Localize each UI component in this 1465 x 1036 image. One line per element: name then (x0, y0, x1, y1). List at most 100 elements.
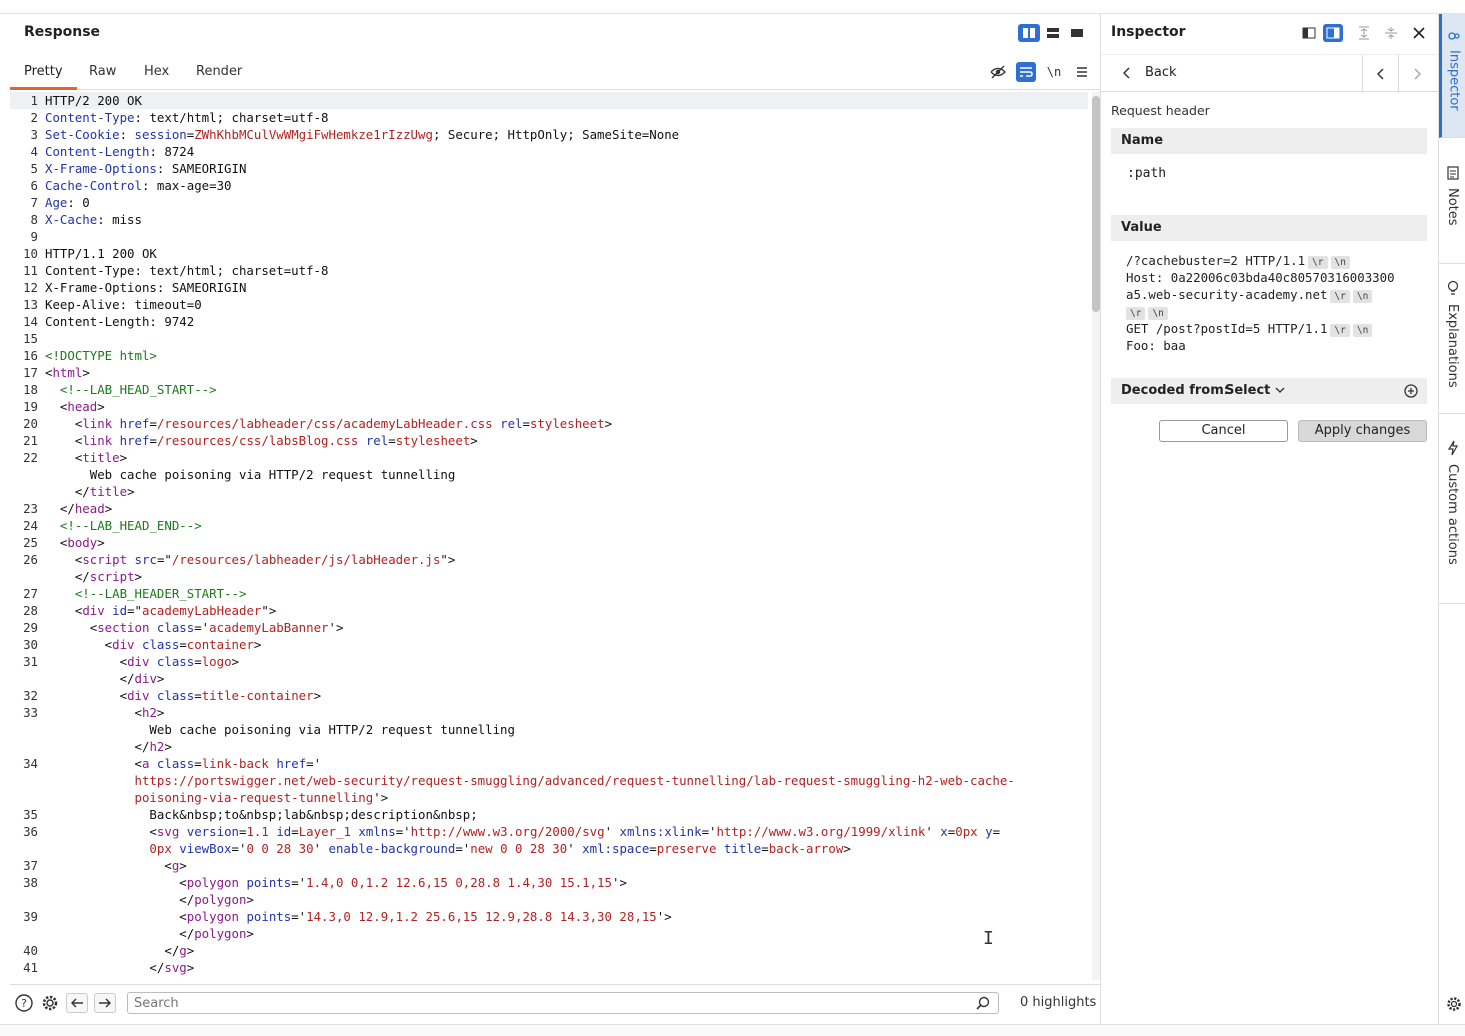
code-line[interactable]: 33 <h2> (10, 704, 1088, 721)
code-line[interactable]: 19 <head> (10, 398, 1088, 415)
code-line[interactable]: 8 X-Cache: miss (10, 211, 1088, 228)
side-tab-custom-actions[interactable]: Custom actions (1439, 414, 1465, 604)
add-icon[interactable] (1403, 383, 1419, 399)
inspector-layout-left-icon[interactable] (1299, 24, 1319, 42)
word-wrap-icon[interactable] (1016, 62, 1036, 82)
search-icon[interactable] (976, 995, 992, 1011)
split-view-icon[interactable] (1018, 24, 1040, 42)
tab-pretty[interactable]: Pretty (10, 58, 77, 90)
code-line[interactable]: 23 </head> (10, 500, 1088, 517)
code-line[interactable]: Web cache poisoning via HTTP/2 request t… (10, 721, 1088, 738)
code-token: > (313, 688, 322, 703)
code-line[interactable]: 21 <link href=/resources/css/labsBlog.cs… (10, 432, 1088, 449)
code-line[interactable]: </polygon> (10, 925, 1088, 942)
code-line[interactable]: 15 (10, 330, 1088, 347)
header-name-field[interactable]: :path (1111, 154, 1427, 194)
code-line[interactable]: 18 <!--LAB_HEAD_START--> (10, 381, 1088, 398)
side-tab-inspector[interactable]: Inspector (1439, 14, 1465, 138)
code-line[interactable]: 6 Cache-Control: max-age=30 (10, 177, 1088, 194)
settings-gear-icon-bottom[interactable] (1446, 996, 1462, 1012)
code-line[interactable]: 1 HTTP/2 200 OK (10, 92, 1088, 109)
code-line[interactable]: 0px viewBox='0 0 28 30' enable-backgroun… (10, 840, 1088, 857)
code-line[interactable]: 13 Keep-Alive: timeout=0 (10, 296, 1088, 313)
code-line[interactable]: 2 Content-Type: text/html; charset=utf-8 (10, 109, 1088, 126)
search-input[interactable] (127, 992, 999, 1014)
help-icon[interactable]: ? (13, 993, 35, 1013)
code-line[interactable]: 3 Set-Cookie: session=ZWhKhbMCulVwWMgiFwH… (10, 126, 1088, 143)
code-line[interactable]: 10 HTTP/1.1 200 OK (10, 245, 1088, 262)
code-line[interactable]: 12 X-Frame-Options: SAMEORIGIN (10, 279, 1088, 296)
code-line[interactable]: poisoning-via-request-tunnelling'> (10, 789, 1088, 806)
side-tab-notes[interactable]: Notes (1439, 138, 1465, 264)
code-line[interactable]: 27 <!--LAB_HEADER_START--> (10, 585, 1088, 602)
code-line[interactable]: 35 Back&nbsp;to&nbsp;lab&nbsp;descriptio… (10, 806, 1088, 823)
code-line[interactable]: </polygon> (10, 891, 1088, 908)
response-tabs: Pretty Raw Hex Render (10, 58, 1100, 90)
code-line[interactable]: </h2> (10, 738, 1088, 755)
expand-all-icon[interactable] (1354, 24, 1374, 42)
previous-arrow-icon[interactable] (66, 993, 88, 1013)
code-line[interactable]: 30 <div class=container> (10, 636, 1088, 653)
code-line[interactable]: 40 </g> (10, 942, 1088, 959)
code-token: : text/html; charset=utf-8 (134, 110, 329, 125)
code-line[interactable]: 14 Content-Length: 9742 (10, 313, 1088, 330)
scrollbar-thumb[interactable] (1092, 96, 1100, 312)
code-line[interactable]: 32 <div class=title-container> (10, 687, 1088, 704)
side-tab-explanations[interactable]: Explanations (1439, 264, 1465, 414)
decoded-select[interactable]: Select (1225, 383, 1285, 398)
newline-toggle[interactable]: \n (1044, 62, 1064, 82)
code-line[interactable]: </div> (10, 670, 1088, 687)
code-line[interactable]: </script> (10, 568, 1088, 585)
code-line[interactable]: 20 <link href=/resources/labheader/css/a… (10, 415, 1088, 432)
code-line[interactable]: https://portswigger.net/web-security/req… (10, 772, 1088, 789)
menu-icon[interactable] (1072, 62, 1092, 82)
header-value-field[interactable]: /?cachebuster=2 HTTP/1.1 \r \n Host: 0a2200… (1111, 246, 1427, 362)
code-line[interactable]: Web cache poisoning via HTTP/2 request t… (10, 466, 1088, 483)
hide-nonprintable-icon[interactable] (988, 62, 1008, 82)
code-line[interactable]: 28 <div id="academyLabHeader"> (10, 602, 1088, 619)
code-line[interactable]: 25 <body> (10, 534, 1088, 551)
code-line[interactable]: 26 <script src="/resources/labheader/js/… (10, 551, 1088, 568)
code-line[interactable]: 7 Age: 0 (10, 194, 1088, 211)
code-line[interactable]: 37 <g> (10, 857, 1088, 874)
next-arrow-icon[interactable] (94, 993, 116, 1013)
nav-previous-icon[interactable] (1362, 55, 1398, 93)
scrollbar[interactable] (1092, 92, 1100, 980)
code-token: </ (45, 739, 150, 754)
code-line[interactable]: 36 <svg version=1.1 id=Layer_1 xmlns='ht… (10, 823, 1088, 840)
settings-gear-icon[interactable] (39, 993, 61, 1013)
code-line[interactable]: </title> (10, 483, 1088, 500)
code-line[interactable]: 41 </svg> (10, 959, 1088, 976)
tab-hex[interactable]: Hex (130, 58, 183, 90)
code-line[interactable]: 16 <!DOCTYPE html> (10, 347, 1088, 364)
code-line[interactable]: 29 <section class='academyLabBanner'> (10, 619, 1088, 636)
code-line[interactable]: 9 (10, 228, 1088, 245)
tab-raw[interactable]: Raw (75, 58, 130, 90)
control-char-badge: \r (1126, 307, 1146, 320)
code-line[interactable]: 39 <polygon points='14.3,0 12.9,1.2 25.6… (10, 908, 1088, 925)
control-char-badge: \n (1148, 307, 1168, 320)
apply-changes-button[interactable]: Apply changes (1298, 420, 1427, 442)
code-line[interactable]: 11 Content-Type: text/html; charset=utf-8 (10, 262, 1088, 279)
response-code[interactable]: 1 HTTP/2 200 OK 2 Content-Type: text/html; … (10, 92, 1088, 980)
code-line[interactable]: 34 <a class=link-back href=' (10, 755, 1088, 772)
code-line[interactable]: 4 Content-Length: 8724 (10, 143, 1088, 160)
cancel-button[interactable]: Cancel (1159, 420, 1288, 442)
code-line[interactable]: 31 <div class=logo> (10, 653, 1088, 670)
back-button[interactable]: Back (1123, 65, 1177, 80)
code-line[interactable]: 22 <title> (10, 449, 1088, 466)
tab-render[interactable]: Render (182, 58, 256, 90)
single-view-icon[interactable] (1066, 24, 1088, 42)
code-line[interactable]: 17 <html> (10, 364, 1088, 381)
collapse-all-icon[interactable] (1381, 24, 1401, 42)
line-number: 27 (23, 586, 38, 601)
close-icon[interactable] (1409, 24, 1429, 42)
nav-next-icon[interactable] (1398, 55, 1434, 93)
stacked-view-icon[interactable] (1042, 24, 1064, 42)
inspector-layout-right-icon[interactable] (1323, 24, 1343, 42)
code-line[interactable]: 5 X-Frame-Options: SAMEORIGIN (10, 160, 1088, 177)
code-line[interactable]: 24 <!--LAB_HEAD_END--> (10, 517, 1088, 534)
code-line[interactable]: 38 <polygon points='1.4,0 0,1.2 12.6,15 … (10, 874, 1088, 891)
